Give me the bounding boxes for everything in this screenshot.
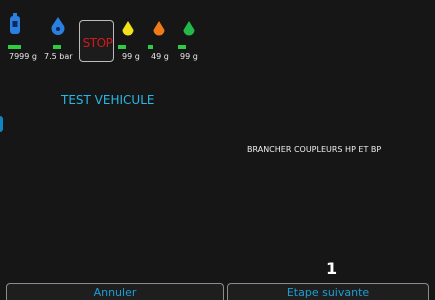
page-title: TEST VEHICULE (61, 93, 155, 107)
yellow-drop-icon (122, 21, 134, 38)
screen: 7999 g 7.5 bar STOP 99 g 49 g 99 g TEST … (0, 0, 435, 300)
green-drop-icon (183, 21, 195, 38)
stop-label: STOP (82, 36, 113, 50)
pressure-value: 7.5 bar (44, 52, 73, 61)
gas-cylinder-icon (9, 13, 21, 35)
orange-drop-icon (153, 21, 165, 38)
pressure-drop-icon (51, 17, 65, 36)
yellow-level-bar (118, 45, 126, 49)
side-scroll-indicator[interactable] (0, 116, 3, 132)
green-level-bar (178, 45, 186, 49)
green-value: 99 g (180, 52, 198, 61)
step-number: 1 (326, 259, 338, 278)
cancel-button[interactable]: Annuler (6, 283, 224, 300)
cylinder-weight-value: 7999 g (9, 52, 37, 61)
instruction-text: BRANCHER COUPLEURS HP ET BP (247, 145, 382, 154)
next-step-button[interactable]: Etape suivante (227, 283, 429, 300)
cylinder-level-bar (8, 45, 21, 49)
stop-button[interactable]: STOP (79, 20, 114, 62)
status-bar: 7999 g 7.5 bar STOP 99 g 49 g 99 g (0, 0, 435, 70)
yellow-value: 99 g (122, 52, 140, 61)
pressure-level-bar (53, 45, 61, 49)
orange-level-bar (148, 45, 153, 49)
orange-value: 49 g (151, 52, 169, 61)
